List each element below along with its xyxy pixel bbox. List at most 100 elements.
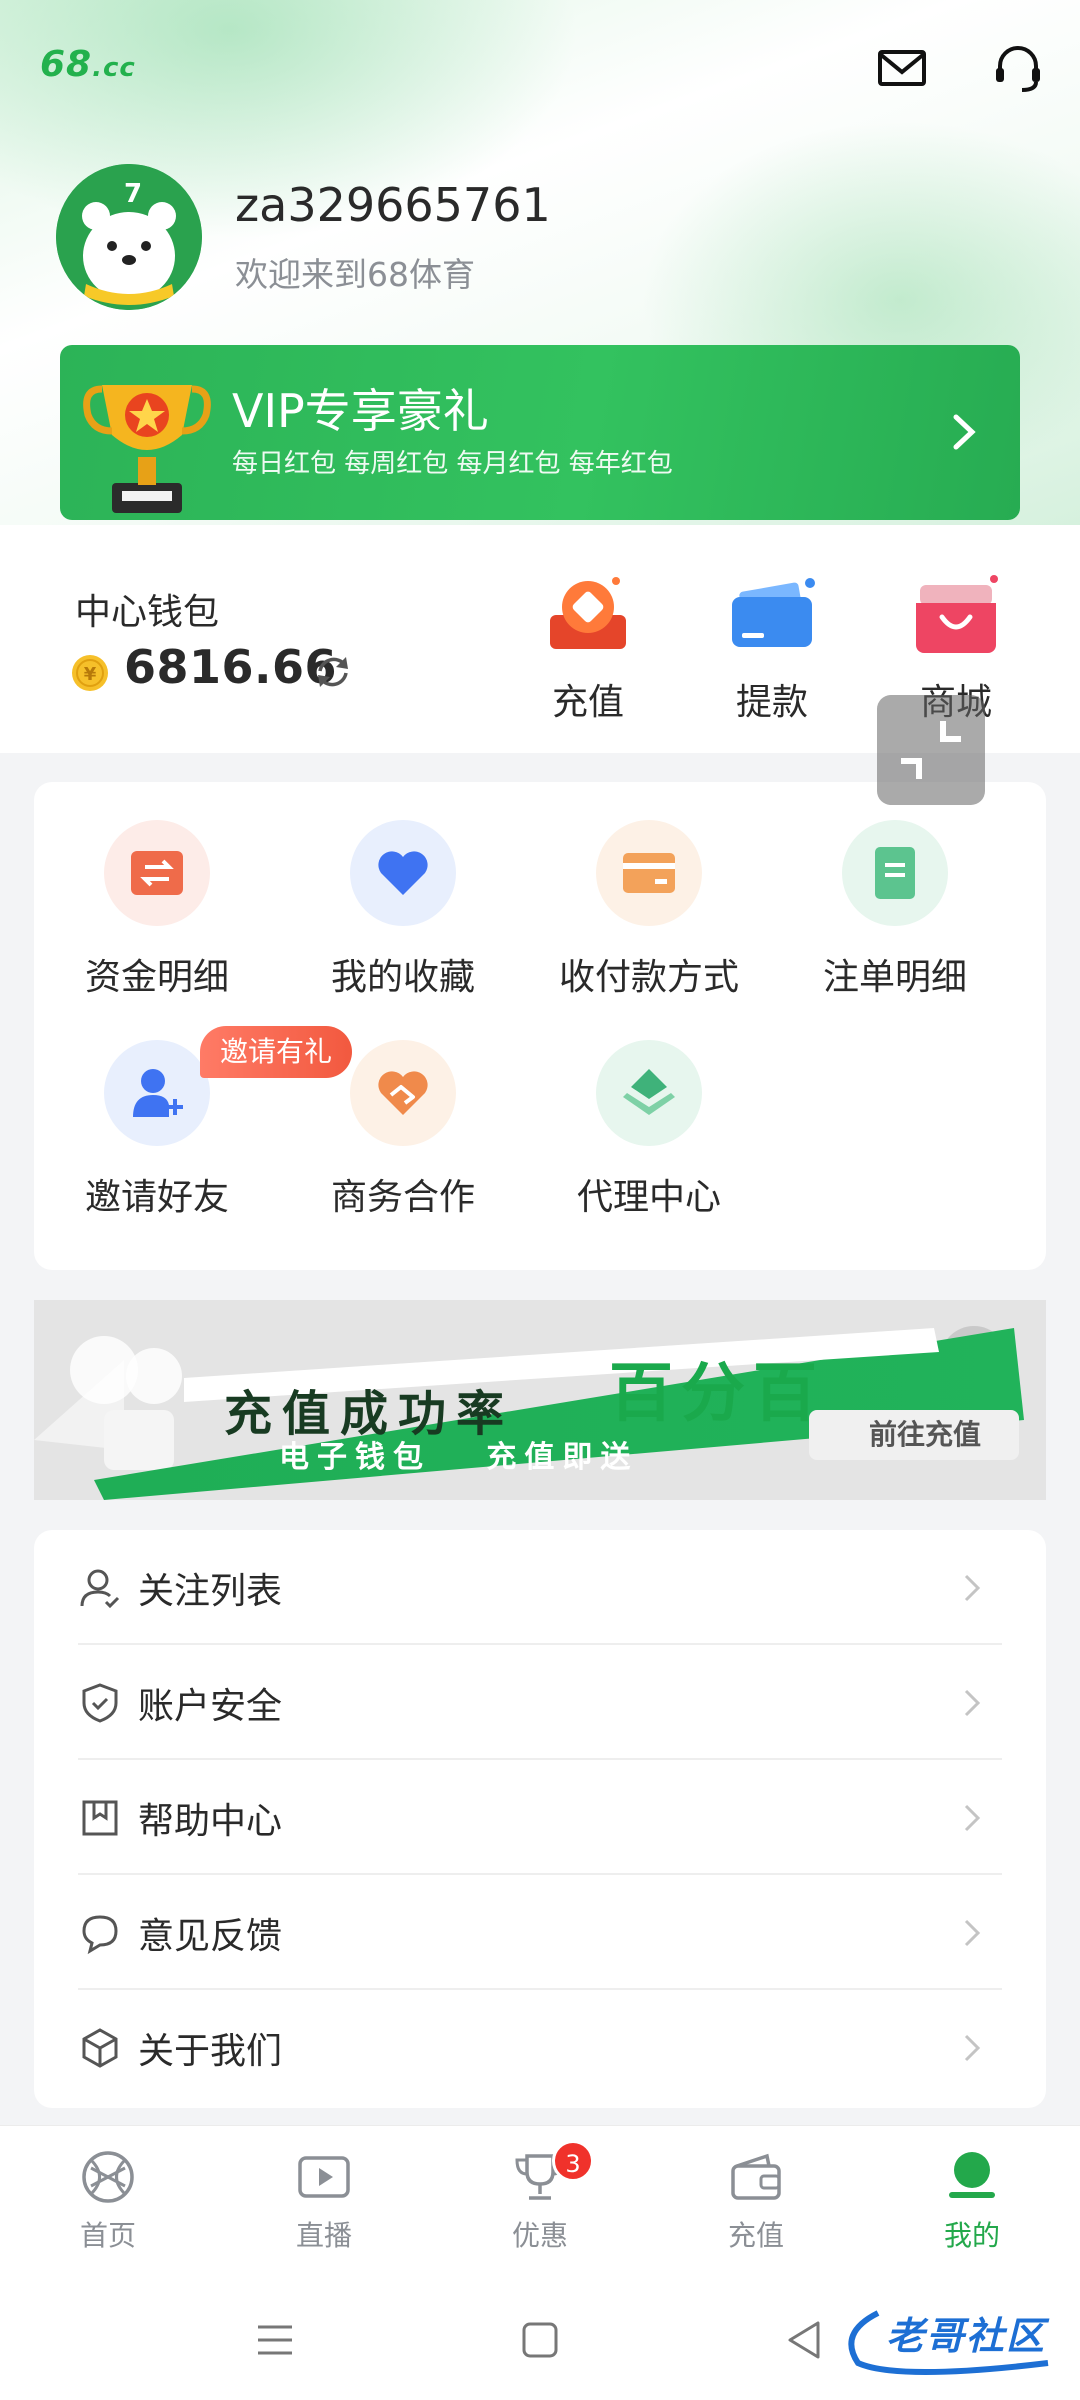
promo-subline: 电子钱包 充值即送 [279,1440,639,1475]
recharge-label: 充值 [551,682,624,723]
menu-label: 账户安全 [138,1686,283,1727]
back-icon[interactable] [780,2315,830,2365]
vip-title: VIP专享豪礼 [232,384,489,438]
handshake-icon-bg [350,1040,456,1146]
bookmark-icon [82,1800,118,1836]
mail-icon[interactable] [872,38,932,98]
grid-item-fund-details[interactable]: 资金明细 [34,820,280,1020]
nav-label: 优惠 [511,2219,568,2252]
heart-icon-bg [350,820,456,926]
nav-label: 首页 [79,2219,136,2252]
chevron-right-icon [964,1689,981,1717]
menu-label: 意见反馈 [138,1916,283,1957]
chevron-right-icon [953,414,976,450]
grid-item-favorites[interactable]: 我的收藏 [280,820,526,1020]
svg-text:¥: ¥ [84,664,97,685]
document-icon-bg [842,820,948,926]
user-follow-icon [80,1569,120,1609]
menu-item-help-center[interactable]: 帮助中心 [78,1760,1002,1875]
menu-item-account-security[interactable]: 账户安全 [78,1645,1002,1760]
grid-item-label: 商务合作 [330,1177,475,1218]
profile-header: 68.cc 7 za329665761 欢迎来到68体育 VIP专享豪礼 每日红… [0,0,1080,525]
nav-live[interactable]: 直播 [216,2148,432,2268]
grid-item-payment-methods[interactable]: 收付款方式 [526,820,772,1020]
cube-icon [82,2028,118,2068]
notification-badge: 3 [552,2140,594,2182]
grid-item-label: 收付款方式 [558,957,739,998]
fund-details-icon [131,851,183,895]
menu-item-feedback[interactable]: 意见反馈 [78,1875,1002,1990]
chevron-right-icon [964,2034,981,2062]
basketball-icon [82,2151,134,2203]
card-icon-bg [596,820,702,926]
collapse-icon [901,721,961,779]
nav-home[interactable]: 首页 [0,2148,216,2268]
grid-item-label: 资金明细 [84,957,229,998]
menu-label: 关于我们 [138,2031,283,2072]
grid-item-agent-center[interactable]: 代理中心 [526,1040,772,1240]
recharge-icon [550,577,626,649]
wallet-balance: 6816.66 [124,640,338,694]
document-icon [875,847,915,899]
bottom-navigation: 首页 直播 优惠 3 充值 我的 [0,2125,1080,2275]
layers-icon-bg [596,1040,702,1146]
watermark-text: 老哥社区 [886,2314,1047,2358]
floating-collapse-button[interactable] [877,695,985,805]
nav-label: 我的 [943,2219,1000,2252]
menu-item-follow-list[interactable]: 关注列表 [78,1530,1002,1645]
wallet-icon [731,2153,781,2200]
nav-promotions[interactable]: 优惠 3 [432,2140,648,2268]
welcome-text: 欢迎来到68体育 [235,255,475,294]
vip-subtitle: 每日红包 每周红包 每月红包 每年红包 [232,449,673,479]
recharge-button[interactable]: 充值 [518,565,658,735]
settings-menu: 关注列表 账户安全 帮助中心 意见反馈 关于我们 [34,1530,1046,2108]
invite-badge: 邀请有礼 [200,1026,352,1078]
avatar[interactable]: 7 [56,164,202,310]
withdraw-label: 提款 [735,682,808,723]
menu-icon[interactable] [250,2315,300,2365]
customer-service-icon[interactable] [988,38,1048,98]
menu-label: 关注列表 [138,1571,283,1612]
invite-user-icon [133,1069,183,1117]
grid-item-label: 代理中心 [576,1177,721,1218]
tree-icon [826,1420,1046,1500]
play-icon [298,2156,350,2198]
withdraw-icon [732,578,815,647]
heart-icon [378,851,428,895]
chat-bubble-icon [82,1915,118,1955]
refresh-icon[interactable] [312,651,354,693]
grid-item-label: 邀请好友 [84,1177,229,1218]
withdraw-button[interactable]: 提款 [702,565,842,735]
card-icon [623,853,675,893]
vip-banner[interactable]: VIP专享豪礼 每日红包 每周红包 每月红包 每年红包 [60,345,1020,520]
handshake-icon [378,1071,428,1115]
svg-text:7: 7 [124,179,142,209]
system-navigation-bar: 老哥社区 [0,2275,1080,2400]
nav-label: 直播 [295,2219,352,2252]
grid-item-label: 注单明细 [822,957,967,998]
vip-trophy-icon [83,385,211,513]
menu-label: 帮助中心 [138,1801,283,1842]
shield-icon [82,1683,118,1723]
grid-item-label: 我的收藏 [330,957,475,998]
nav-label: 充值 [727,2219,784,2252]
app-logo: 68.cc [40,44,136,85]
fund-details-icon-bg [104,820,210,926]
promo-banner[interactable]: 充值成功率 百分百 电子钱包 充值即送 前往充值 [34,1300,1046,1500]
promo-highlight: 百分百 [609,1357,825,1431]
layers-icon [623,1069,675,1115]
wallet-label: 中心钱包 [75,592,220,633]
grid-item-bet-details[interactable]: 注单明细 [772,820,1018,1020]
watermark-logo: 老哥社区 [838,2303,1068,2379]
feature-grid: 资金明细 我的收藏 收付款方式 注单明细 邀请好友 商务合作 代理中心 邀请有礼 [34,782,1046,1270]
nav-me[interactable]: 我的 [864,2148,1080,2268]
invite-user-icon-bg [104,1040,210,1146]
coin-icon: ¥ [72,655,108,691]
username: za329665761 [235,178,551,232]
nav-recharge[interactable]: 充值 [648,2148,864,2268]
chevron-right-icon [964,1919,981,1947]
home-square-icon[interactable] [515,2315,565,2365]
chevron-right-icon [964,1804,981,1832]
profile-icon [949,2152,995,2198]
menu-item-about-us[interactable]: 关于我们 [78,1990,1002,2105]
